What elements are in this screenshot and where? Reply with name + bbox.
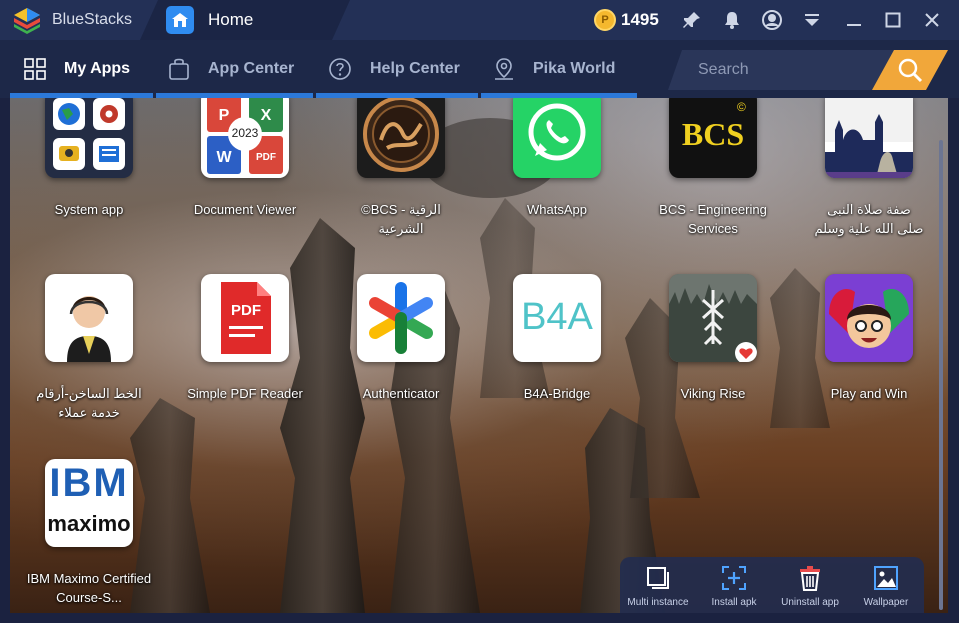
apps-panel: System app P X W PDF 2023 Document Viewe… [10, 98, 948, 613]
bcs-logo: BCS [681, 116, 745, 152]
wallpaper-button[interactable]: Wallpaper [848, 557, 924, 613]
pdf-reader-icon: PDF [201, 274, 289, 362]
bcs-engineering-icon: BCS © [669, 98, 757, 178]
app-ibm-maximo[interactable]: IBM maximo IBM Maximo Certified Course-S… [15, 459, 163, 607]
app-bcs-engineering[interactable]: BCS © BCS - Engineering Services [639, 98, 787, 238]
tool-label: Multi instance [627, 597, 689, 608]
app-ruqya[interactable]: الرقية - BCS© الشرعية [327, 98, 475, 238]
ruqya-app-icon [357, 98, 445, 178]
uninstall-app-button[interactable]: Uninstall app [772, 557, 848, 613]
app-authenticator[interactable]: Authenticator [327, 274, 475, 403]
app-label: BCS - Engineering Services [659, 202, 767, 236]
app-prophet-prayer[interactable]: صفة صلاة النبى صلى الله علية وسلم [795, 98, 943, 238]
app-viking-rise[interactable]: Viking Rise [639, 274, 787, 403]
play-and-win-icon [825, 274, 913, 362]
maximo-logo-text: maximo [47, 511, 131, 536]
maximize-icon[interactable] [881, 8, 905, 32]
svg-text:P: P [219, 107, 230, 124]
app-label: الرقية - BCS© الشرعية [361, 202, 441, 236]
ibm-logo-text: IBM [49, 461, 129, 505]
tool-label: Wallpaper [863, 597, 909, 608]
install-apk-button[interactable]: Install apk [696, 557, 772, 613]
system-app-icon [45, 98, 133, 178]
app-label: Document Viewer [193, 202, 297, 217]
minimize-icon[interactable] [842, 8, 866, 32]
app-label: Simple PDF Reader [187, 386, 303, 401]
app-label: Play and Win [830, 386, 908, 401]
app-system-app[interactable]: System app [15, 98, 163, 219]
title-bar: BlueStacks Home P 1495 [0, 0, 959, 40]
bluestacks-logo-icon [14, 8, 40, 34]
tool-label: Install apk [711, 597, 757, 608]
app-b4a-bridge[interactable]: B4A B4A-Bridge [483, 274, 631, 403]
scrollbar[interactable] [939, 140, 943, 610]
map-pin-icon [495, 58, 513, 80]
svg-text:W: W [216, 149, 232, 166]
year-badge: 2023 [231, 126, 259, 140]
viking-rise-icon [669, 274, 757, 362]
b4a-bridge-icon: B4A [513, 274, 601, 362]
account-icon[interactable] [760, 8, 784, 32]
hotline-app-icon [45, 274, 133, 362]
search-input[interactable] [668, 50, 898, 90]
home-icon [166, 6, 194, 34]
app-label: الخط الساخن-أرقام خدمة عملاء [36, 386, 142, 420]
b4a-logo-text: B4A [521, 296, 593, 338]
wallpaper-icon [874, 566, 898, 590]
authenticator-icon [357, 274, 445, 362]
tab-label: App Center [208, 60, 295, 77]
app-hotline[interactable]: الخط الساخن-أرقام خدمة عملاء [15, 274, 163, 422]
app-play-and-win[interactable]: Play and Win [795, 274, 943, 403]
tab-pika-world[interactable]: Pika World [481, 40, 637, 98]
app-label: B4A-Bridge [523, 386, 591, 401]
app-label: Authenticator [362, 386, 440, 401]
grid-icon [24, 58, 46, 80]
app-label: System app [54, 202, 124, 217]
pin-tool-icon[interactable] [680, 8, 704, 32]
app-simple-pdf-reader[interactable]: PDF Simple PDF Reader [171, 274, 319, 403]
search-bar [668, 50, 948, 90]
whatsapp-icon [513, 98, 601, 178]
tab-app-center[interactable]: App Center [156, 40, 313, 98]
multi-instance-button[interactable]: Multi instance [620, 557, 696, 613]
shopping-bag-icon [169, 58, 189, 80]
help-circle-icon [329, 58, 351, 80]
tab-my-apps[interactable]: My Apps [10, 40, 153, 98]
copyright-mark-icon: © [737, 100, 746, 114]
app-label: IBM Maximo Certified Course-S... [26, 571, 152, 605]
favorite-heart-icon [735, 342, 757, 362]
app-label: صفة صلاة النبى صلى الله علية وسلم [814, 202, 924, 236]
app-label: Viking Rise [680, 386, 746, 401]
pdf-logo-text: PDF [231, 302, 261, 319]
bell-icon[interactable] [720, 8, 744, 32]
close-icon[interactable] [920, 8, 944, 32]
app-label: WhatsApp [527, 202, 587, 217]
svg-text:PDF: PDF [256, 152, 276, 163]
tab-title: Home [208, 10, 254, 29]
tab-label: Help Center [370, 60, 460, 77]
tab-label: Pika World [533, 60, 616, 77]
coin-icon[interactable]: P [594, 9, 616, 31]
multi-instance-icon [647, 567, 669, 589]
ibm-maximo-icon: IBM maximo [45, 459, 133, 547]
bottom-toolbar: Multi instance Install apk Uninstall app… [620, 557, 924, 613]
brand: BlueStacks [0, 0, 150, 40]
uninstall-app-icon [800, 566, 820, 591]
prayer-app-icon [825, 98, 913, 178]
tool-label: Uninstall app [781, 597, 839, 608]
coin-count[interactable]: 1495 [621, 10, 659, 30]
app-document-viewer[interactable]: P X W PDF 2023 Document Viewer [171, 98, 319, 219]
document-viewer-icon: P X W PDF 2023 [201, 98, 289, 178]
install-apk-icon [722, 566, 746, 590]
search-icon [897, 57, 923, 83]
tab-help-center[interactable]: Help Center [316, 40, 478, 98]
dropdown-menu-icon[interactable] [800, 8, 824, 32]
svg-text:X: X [261, 107, 272, 124]
app-whatsapp[interactable]: WhatsApp [483, 98, 631, 219]
app-name: BlueStacks [52, 11, 133, 28]
home-tab[interactable]: Home [140, 0, 350, 40]
tab-label: My Apps [64, 60, 131, 77]
